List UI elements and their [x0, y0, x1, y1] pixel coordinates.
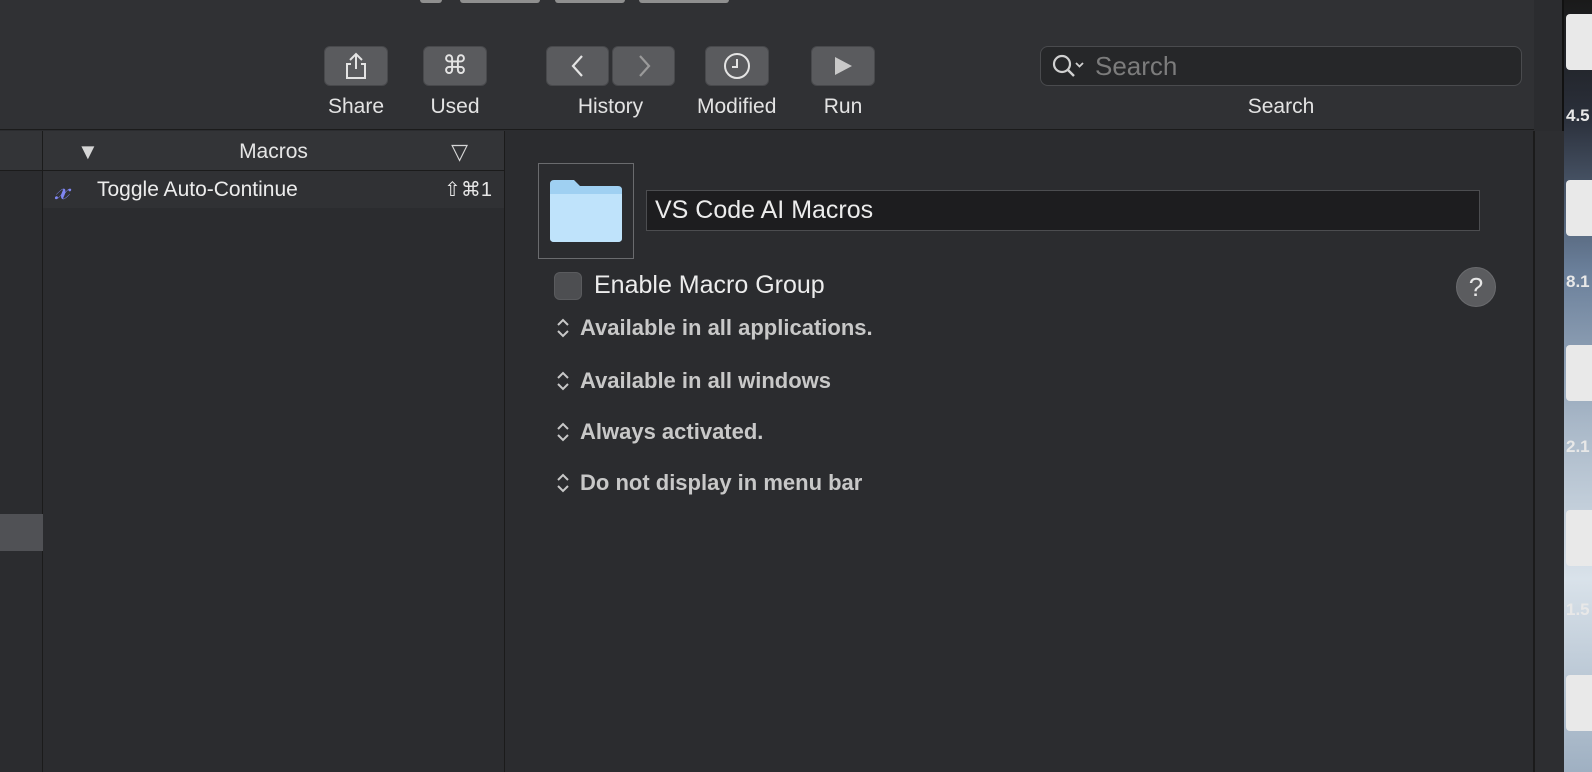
desktop-file-label: 2.1	[1566, 437, 1590, 456]
macro-variable-icon: 𝓍	[55, 171, 70, 207]
keyboard-maestro-editor-window: Share ⌘ Used History Modified Run Search…	[0, 0, 1564, 772]
up-down-chevron-icon	[554, 471, 572, 495]
desktop-file-label: 8.1	[1566, 272, 1590, 291]
macros-header: ▼ Macros ▽	[43, 131, 504, 171]
run-toolbar-item[interactable]: Run	[811, 46, 875, 119]
search-field[interactable]	[1040, 46, 1522, 86]
enable-macro-group-label: Enable Macro Group	[594, 271, 825, 299]
share-button[interactable]	[324, 46, 388, 86]
chevron-left-icon	[571, 55, 583, 77]
enable-macro-group-checkbox[interactable]	[554, 271, 582, 300]
desktop-file-label: 1.5	[1566, 600, 1590, 619]
list-item[interactable]: 𝓍 Toggle Auto-Continue ⇧⌘1	[43, 171, 504, 208]
popup-label: Available in all windows	[580, 368, 832, 393]
menu-bar-display-popup[interactable]: Do not display in menu bar	[554, 470, 862, 496]
filter-icon[interactable]: ▽	[451, 139, 468, 165]
history-back-button[interactable]	[546, 46, 609, 86]
groups-header[interactable]	[0, 131, 42, 171]
desktop-file-icon[interactable]	[1566, 345, 1592, 401]
search-icon	[1052, 54, 1084, 77]
up-down-chevron-icon	[554, 420, 572, 444]
used-toolbar-item[interactable]: ⌘ Used	[423, 46, 487, 119]
desktop-file-icon[interactable]	[1566, 180, 1592, 236]
desktop-background: 4.5 8.1 2.1 1.5	[1564, 0, 1592, 772]
desktop-file-icon[interactable]	[1566, 675, 1592, 731]
search-input[interactable]	[1095, 50, 1495, 82]
window-title-clipped	[420, 0, 780, 4]
group-name-field[interactable]: VS Code AI Macros	[646, 190, 1480, 231]
activation-popup[interactable]: Always activated.	[554, 419, 763, 445]
popup-label: Available in all applications.	[580, 315, 873, 340]
availability-windows-popup[interactable]: Available in all windows	[554, 368, 831, 394]
help-button[interactable]: ?	[1456, 267, 1496, 307]
up-down-chevron-icon	[554, 369, 572, 393]
play-icon	[835, 57, 852, 75]
macro-hotkey: ⇧⌘1	[444, 179, 492, 201]
chevron-right-icon	[638, 55, 650, 77]
search-toolbar-item: Search	[1040, 46, 1522, 119]
desktop-file-icon[interactable]	[1566, 510, 1592, 566]
macros-column: ▼ Macros ▽ 𝓍 Toggle Auto-Continue ⇧⌘1	[43, 131, 505, 772]
search-label: Search	[1247, 95, 1315, 118]
history-label: History	[577, 95, 644, 118]
history-forward-button[interactable]	[612, 46, 675, 86]
availability-applications-popup[interactable]: Available in all applications.	[554, 315, 873, 341]
share-label: Share	[327, 95, 385, 118]
clock-icon	[723, 53, 750, 79]
editor-scrollbar-track[interactable]	[1534, 131, 1564, 772]
modified-toolbar-item[interactable]: Modified	[697, 46, 776, 119]
modified-label: Modified	[697, 95, 777, 118]
up-down-chevron-icon	[554, 316, 572, 340]
desktop-file-label: 4.5	[1566, 106, 1590, 125]
popup-label: Always activated.	[580, 419, 764, 444]
command-key-icon: ⌘	[442, 51, 468, 81]
enable-macro-group-row[interactable]: Enable Macro Group	[554, 271, 825, 300]
run-button[interactable]	[811, 46, 875, 86]
share-icon	[346, 52, 366, 79]
share-toolbar-item[interactable]: Share	[324, 46, 388, 119]
toolbar: Share ⌘ Used History Modified Run Search…	[0, 0, 1564, 130]
popup-label: Do not display in menu bar	[580, 470, 863, 495]
groups-column	[0, 131, 43, 772]
run-label: Run	[823, 95, 863, 118]
selected-group-row[interactable]	[0, 514, 43, 551]
history-toolbar-item: History	[546, 46, 675, 119]
used-label: Used	[430, 95, 480, 118]
window-right-edge	[1534, 0, 1564, 772]
used-button[interactable]: ⌘	[423, 46, 487, 86]
macros-header-title: Macros	[239, 140, 308, 163]
desktop-file-icon[interactable]	[1566, 14, 1592, 70]
macro-name: Toggle Auto-Continue	[97, 177, 298, 201]
group-icon-well[interactable]	[538, 163, 634, 259]
folder-icon	[550, 180, 622, 242]
modified-button[interactable]	[704, 46, 769, 86]
group-editor-pane: VS Code AI Macros Enable Macro Group ? A…	[506, 131, 1534, 772]
